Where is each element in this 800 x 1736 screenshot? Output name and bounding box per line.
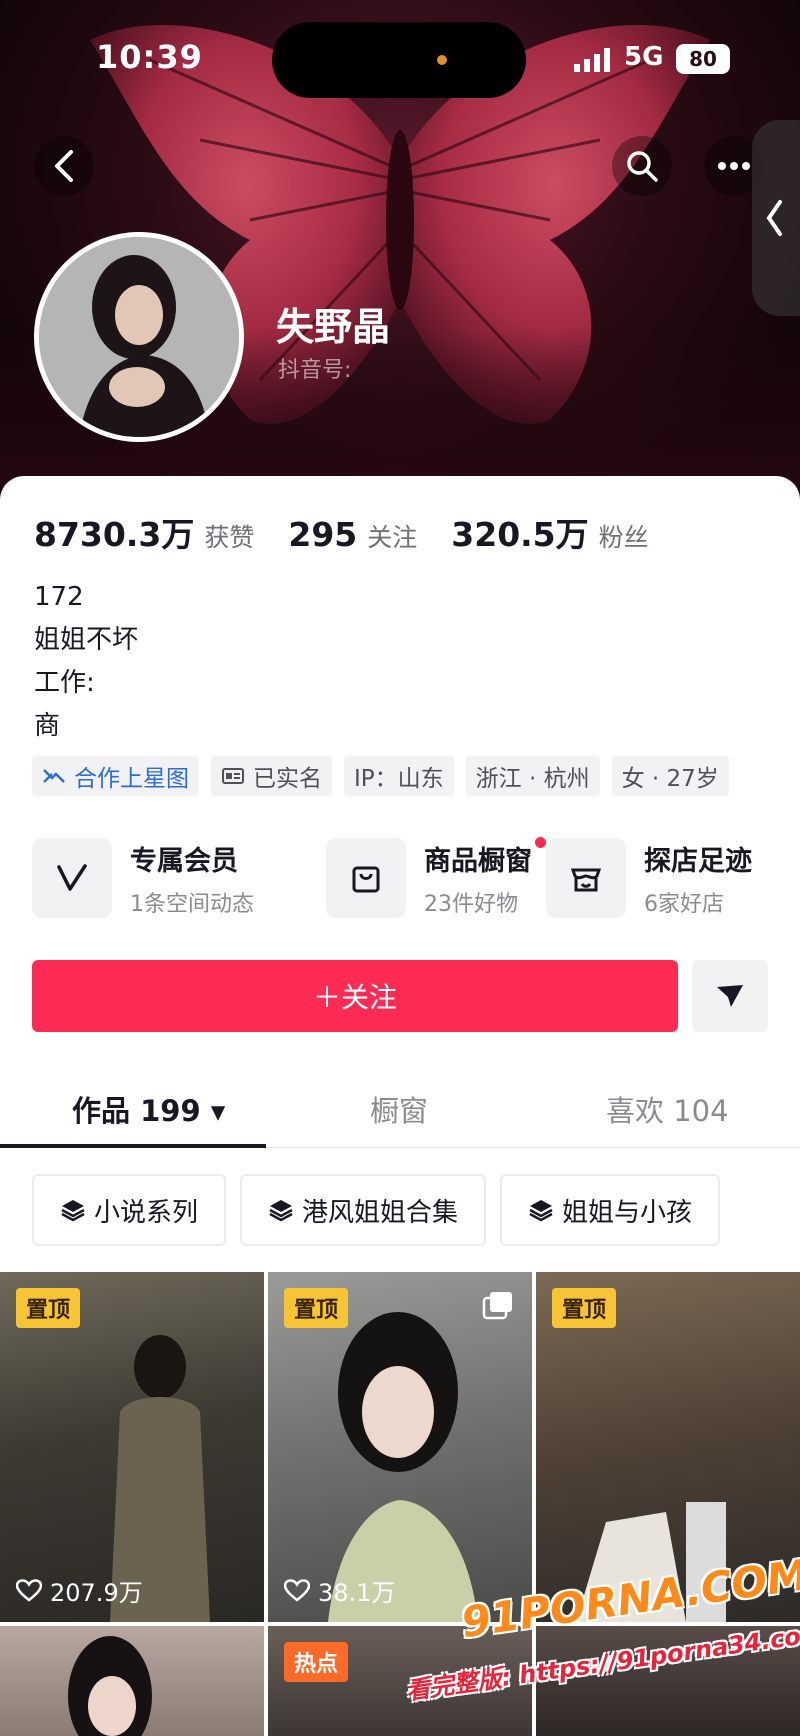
star-map-tag[interactable]: 合作上星图 (32, 756, 199, 796)
tab-liked[interactable]: 喜欢 104 (606, 1088, 729, 1130)
more-dots-icon (718, 162, 750, 170)
status-bar: 10:39 5G 80 (0, 0, 800, 110)
chevron-left-icon (55, 150, 73, 182)
video-tile[interactable] (0, 1626, 264, 1736)
profile-stats: 8730.3万 获赞 295 关注 320.5万 粉丝 (34, 508, 683, 556)
likes-count: 207.9万 (50, 1579, 143, 1607)
search-icon (627, 151, 658, 182)
likes-count: 38.1万 (318, 1579, 396, 1607)
service-showcase[interactable]: 商品橱窗 23件好物 (326, 836, 546, 920)
battery-icon: 80 (676, 44, 730, 74)
tag-label: 合作上星图 (74, 766, 189, 792)
layers-icon (528, 1198, 554, 1222)
service-store-visits[interactable]: 探店足迹 6家好店 (546, 836, 752, 920)
gender-age-tag: 女 · 27岁 (611, 756, 729, 796)
likes-count: 8730.3万 (34, 515, 195, 554)
notification-dot (535, 836, 546, 848)
following-count[interactable]: 295 (288, 515, 357, 554)
service-title: 探店足迹 (644, 845, 752, 877)
heart-icon (16, 1578, 42, 1602)
chip-label: 港风姐姐合集 (302, 1197, 459, 1228)
video-tile[interactable]: 置顶 207.9万 (0, 1272, 264, 1622)
tab-showcase[interactable]: 橱窗 (370, 1088, 428, 1130)
camera-indicator-dot (437, 55, 447, 65)
profile-tags: 合作上星图 已实名 IP：山东 浙江 · 杭州 女 · 27岁 (32, 756, 741, 796)
bio-line: 商 (34, 711, 61, 741)
collection-chips: 小说系列 港风姐姐合集 姐姐与小孩 (32, 1174, 734, 1246)
city-tag: 浙江 · 杭州 (465, 756, 600, 796)
service-subtitle: 1条空间动态 (130, 891, 254, 917)
tab-works[interactable]: 作品 199 ▾ (72, 1088, 225, 1130)
status-time: 10:39 (96, 38, 203, 76)
service-vip-membership[interactable]: 专属会员 1条空间动态 (32, 836, 254, 920)
side-drawer-handle[interactable] (752, 120, 800, 316)
pinned-badge: 置顶 (16, 1288, 81, 1328)
back-button[interactable] (34, 136, 94, 196)
trending-badge: 热点 (284, 1642, 349, 1682)
content-tabs: 作品 199 ▾ 橱窗 喜欢 104 (0, 1072, 800, 1148)
service-subtitle: 23件好物 (424, 891, 518, 917)
dynamic-island (272, 22, 526, 98)
send-icon (717, 985, 743, 1007)
likes-label: 获赞 (204, 523, 255, 552)
douyin-id-label: 抖音号: (278, 358, 352, 383)
bio-line: 172 (34, 582, 84, 612)
video-thumbnail-figure (68, 1636, 152, 1736)
chip-label: 姐姐与小孩 (562, 1197, 693, 1228)
collection-chip[interactable]: 小说系列 (32, 1174, 227, 1246)
chip-label: 小说系列 (94, 1197, 199, 1228)
star-map-icon (42, 766, 66, 786)
service-row: 专属会员 1条空间动态 商品橱窗 23件好物 探店足迹 6家好店 (32, 836, 800, 920)
signal-icon (574, 48, 610, 72)
layers-icon (60, 1198, 86, 1222)
id-card-icon (221, 766, 245, 786)
profile-bio: 172 姐姐不坏 工作: 商 (34, 576, 138, 748)
follow-button[interactable]: ＋关注 (32, 960, 678, 1032)
service-subtitle: 6家好店 (644, 891, 724, 917)
chevron-left-icon (766, 200, 782, 236)
video-likes: 207.9万 (16, 1573, 143, 1608)
shopping-bag-icon (326, 838, 406, 918)
heart-icon (284, 1578, 310, 1602)
avatar[interactable] (34, 232, 244, 442)
verified-tag: 已实名 (211, 756, 332, 796)
v-icon (32, 838, 112, 918)
tag-label: 已实名 (253, 766, 322, 792)
site-watermark: 91PORNA.COM 看完整版: https://91porna34.com (404, 1550, 800, 1730)
bio-line: 姐姐不坏 (34, 625, 139, 655)
avatar-photo (39, 237, 239, 437)
active-tab-indicator (0, 1144, 266, 1148)
multi-image-icon (482, 1292, 512, 1320)
pinned-badge: 置顶 (284, 1288, 349, 1328)
profile-name: 失野晶 (276, 305, 391, 349)
network-type: 5G (624, 42, 664, 72)
collection-chip[interactable]: 港风姐姐合集 (240, 1174, 487, 1246)
service-title: 商品橱窗 (424, 836, 546, 878)
followers-count[interactable]: 320.5万 (451, 508, 588, 556)
bio-line: 工作: (34, 668, 95, 698)
layers-icon (268, 1198, 294, 1222)
collection-chip[interactable]: 姐姐与小孩 (500, 1174, 721, 1246)
ip-location-tag: IP：山东 (344, 756, 454, 796)
followers-label[interactable]: 粉丝 (599, 518, 649, 554)
pinned-badge: 置顶 (552, 1288, 617, 1328)
search-button[interactable] (612, 136, 672, 196)
service-title: 专属会员 (130, 845, 238, 877)
share-button[interactable] (692, 960, 768, 1032)
video-likes: 38.1万 (284, 1573, 395, 1608)
following-label[interactable]: 关注 (367, 518, 417, 554)
store-icon (546, 838, 626, 918)
